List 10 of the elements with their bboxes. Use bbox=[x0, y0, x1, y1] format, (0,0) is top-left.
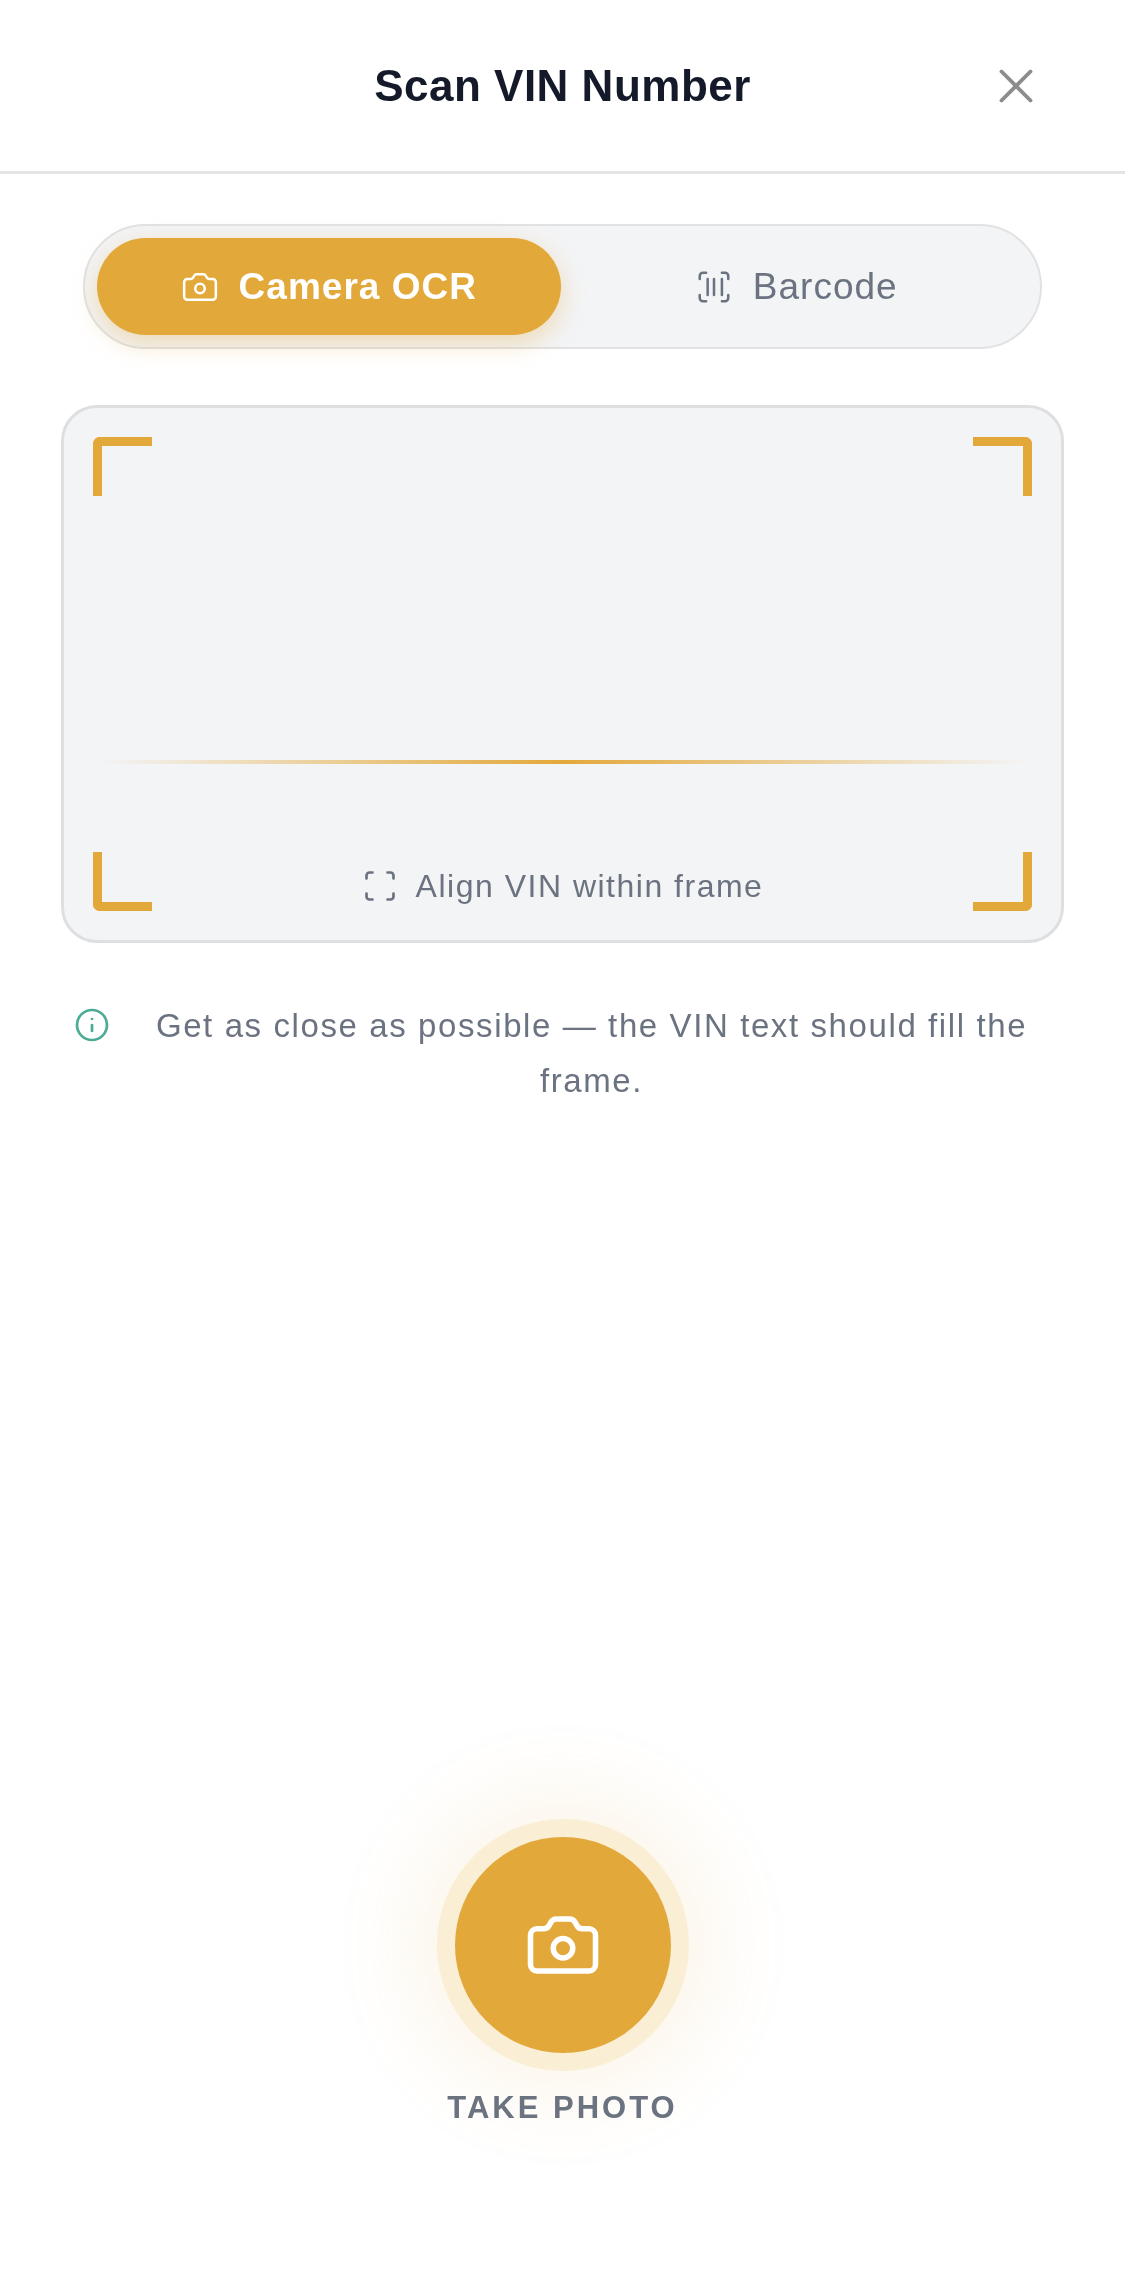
info-icon bbox=[74, 1007, 110, 1043]
align-hint: Align VIN within frame bbox=[415, 866, 764, 906]
screen-title: Scan VIN Number bbox=[374, 59, 751, 112]
corner-bracket-icon bbox=[93, 852, 152, 911]
tip-text: Get as close as possible — the VIN text should fill the frame. bbox=[154, 1006, 1029, 1101]
corner-bracket-icon bbox=[973, 852, 1032, 911]
capture-label: TAKE PHOTO bbox=[447, 2088, 678, 2127]
corner-bracket-icon bbox=[973, 437, 1032, 496]
mode-tab[interactable]: Barcode bbox=[564, 238, 1028, 335]
corner-bracket-icon bbox=[93, 437, 152, 496]
